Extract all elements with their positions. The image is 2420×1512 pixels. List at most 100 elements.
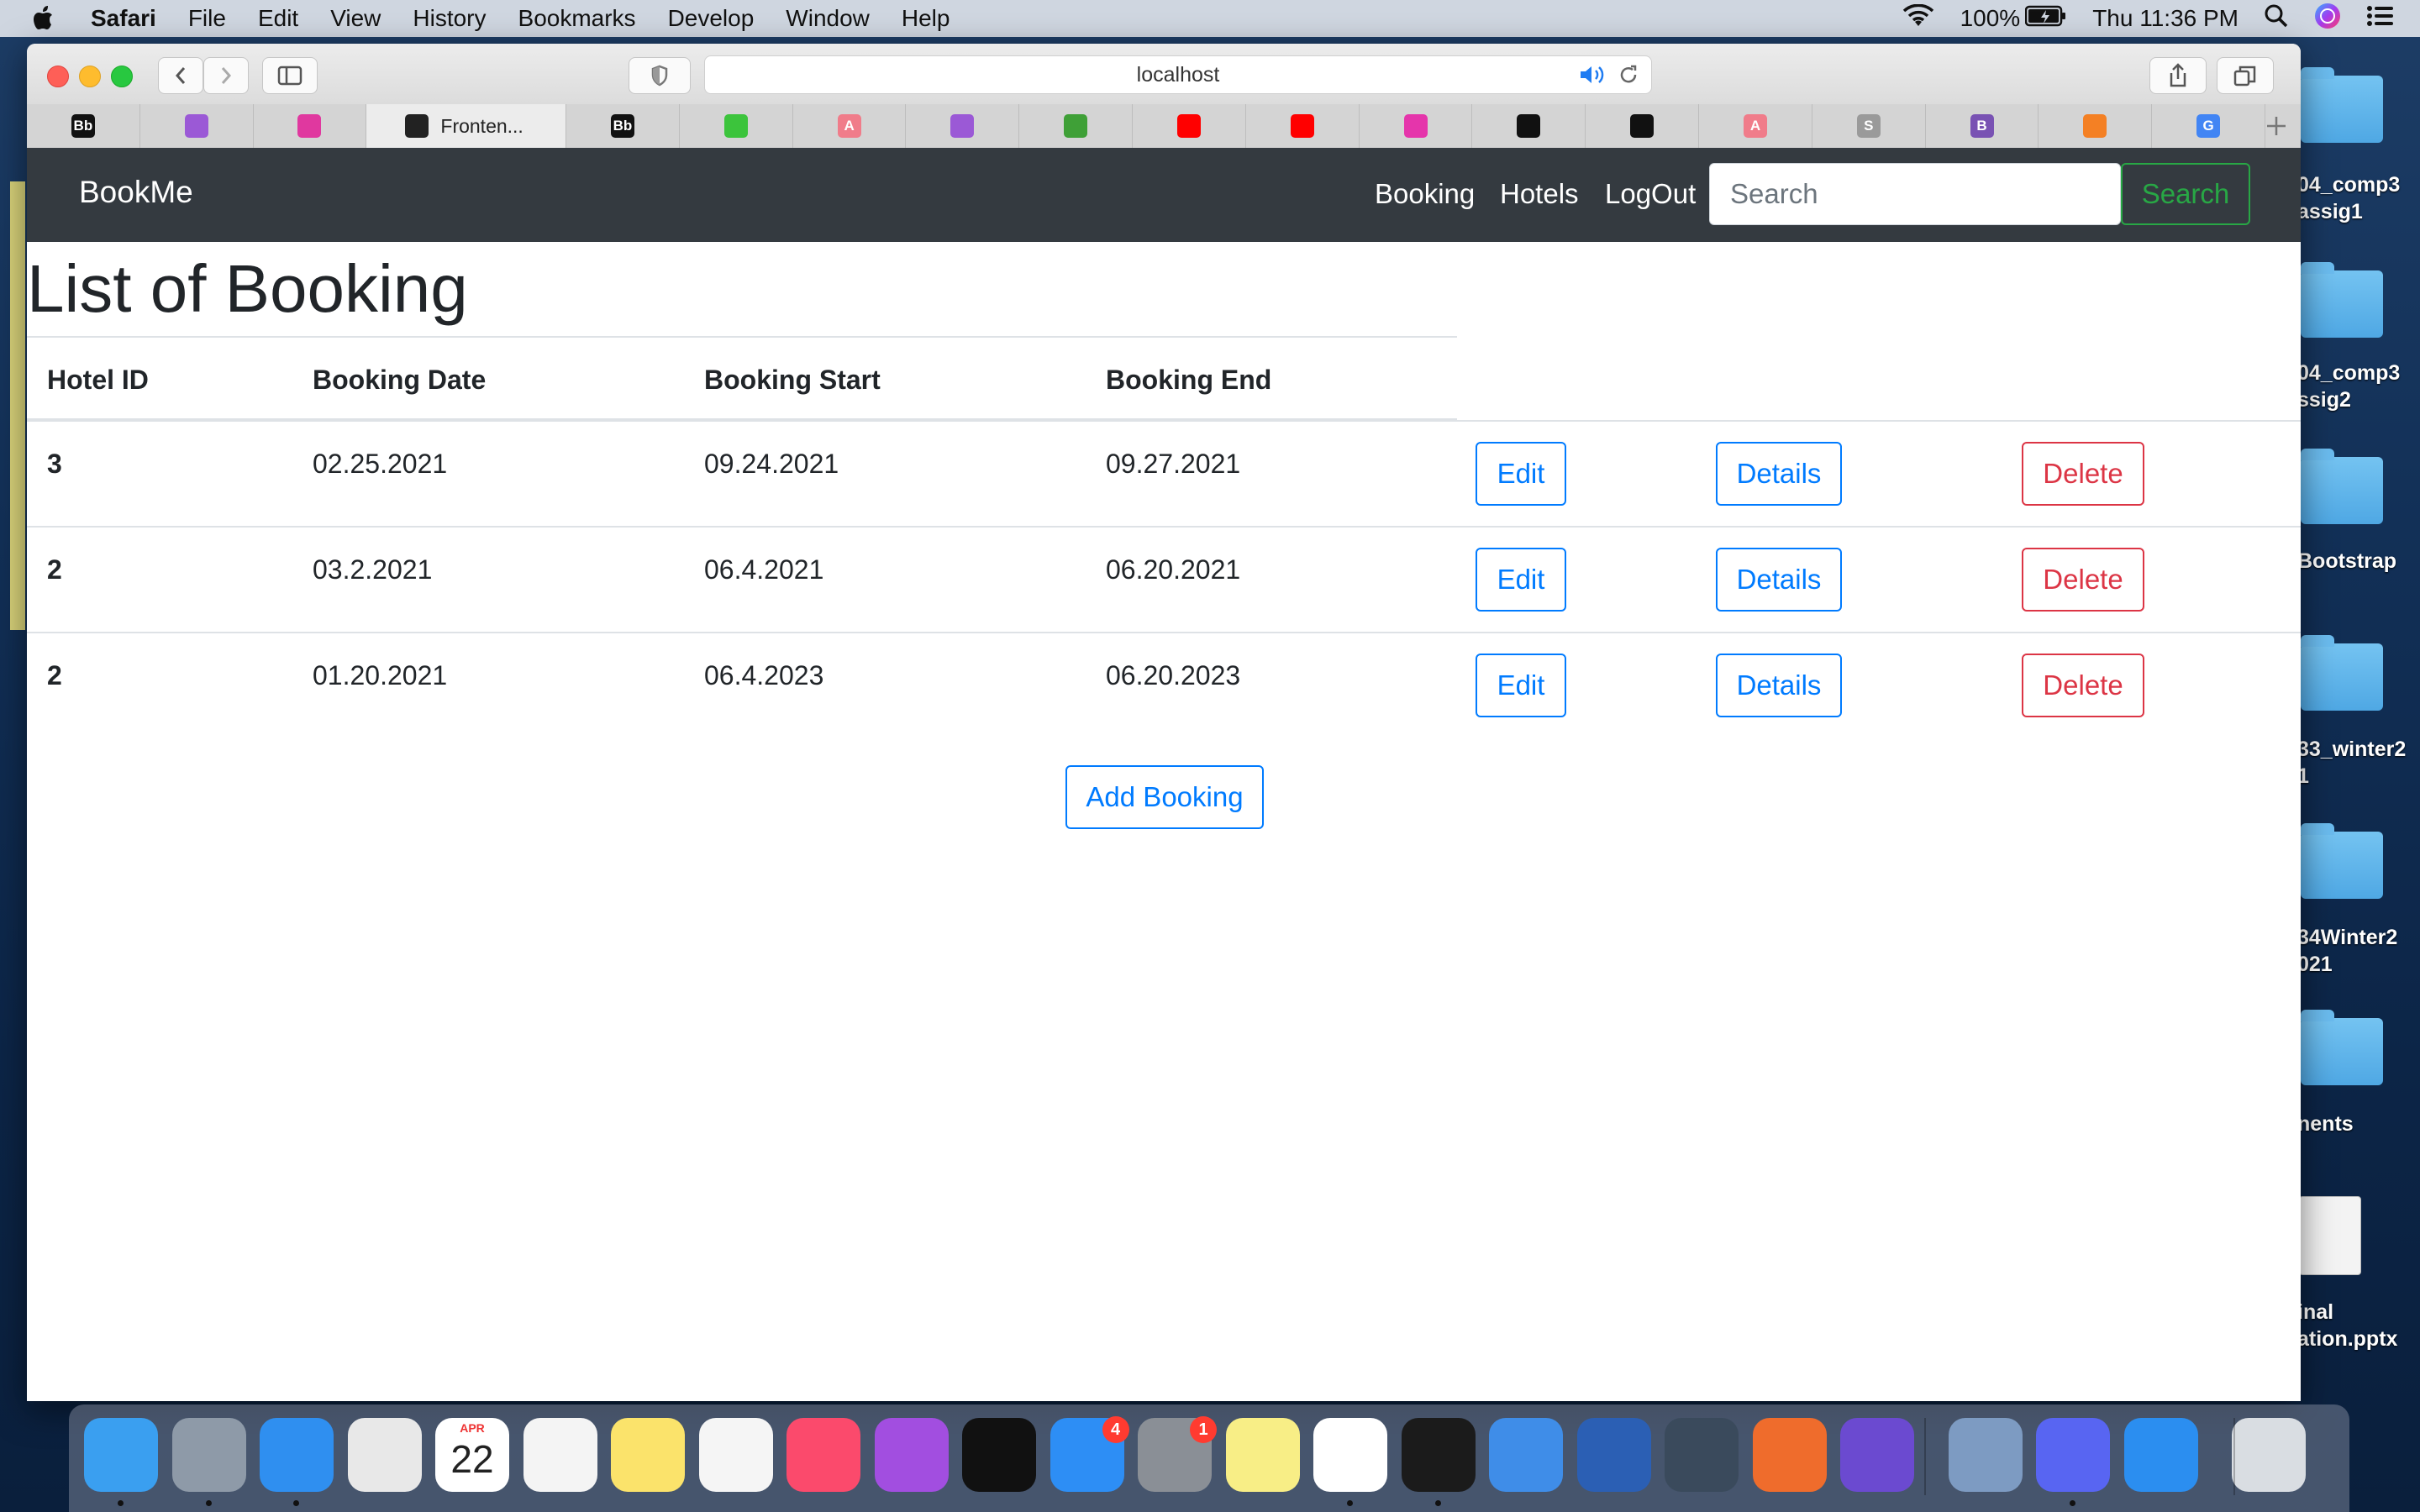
desktop-item-label[interactable]: 04_comp3 assig1 (2297, 171, 2420, 225)
browser-tab[interactable] (1586, 104, 1700, 148)
browser-tab[interactable]: A (1699, 104, 1812, 148)
simulator-icon[interactable] (2123, 1418, 2198, 1492)
details-button[interactable]: Details (1716, 442, 1842, 506)
vscode-icon[interactable] (1313, 1418, 1387, 1492)
quicktime-icon[interactable] (1665, 1418, 1739, 1492)
details-button[interactable]: Details (1716, 548, 1842, 612)
delete-button[interactable]: Delete (2022, 548, 2144, 612)
menu-help[interactable]: Help (902, 5, 950, 32)
desktop-folder-icon[interactable] (2301, 67, 2383, 143)
notes-icon[interactable] (611, 1418, 685, 1492)
browser-tab[interactable] (254, 104, 367, 148)
wifi-icon[interactable] (1902, 3, 1935, 34)
search-input[interactable] (1709, 163, 2121, 225)
edit-button[interactable]: Edit (1476, 654, 1566, 717)
address-bar[interactable]: localhost (704, 55, 1652, 94)
url-text[interactable]: localhost (1137, 63, 1220, 87)
postman-icon[interactable] (1752, 1418, 1827, 1492)
desktop-folder-icon[interactable] (2301, 635, 2383, 711)
browser-tab-active[interactable]: Fronten... (366, 104, 567, 148)
desktop-item-label[interactable]: nents (2297, 1110, 2420, 1137)
textedit-icon[interactable] (523, 1418, 597, 1492)
close-window-button[interactable] (47, 66, 69, 87)
apple-menu-icon[interactable] (32, 4, 57, 33)
imovie-icon[interactable] (1840, 1418, 1914, 1492)
browser-tab[interactable] (906, 104, 1020, 148)
finder-icon[interactable] (84, 1418, 158, 1492)
battery-status[interactable]: 100% (1960, 5, 2068, 33)
desktop-folder-icon[interactable] (2301, 262, 2383, 338)
menu-window[interactable]: Window (786, 5, 870, 32)
apple-tv-icon[interactable] (962, 1418, 1036, 1492)
edit-button[interactable]: Edit (1476, 442, 1566, 506)
add-booking-button[interactable]: Add Booking (1065, 765, 1264, 829)
browser-tab[interactable]: B (1926, 104, 2039, 148)
desktop-folder-icon[interactable] (2301, 1010, 2383, 1085)
podcasts-icon[interactable] (874, 1418, 949, 1492)
terminal-icon[interactable] (1401, 1418, 1476, 1492)
menu-app-name[interactable]: Safari (91, 5, 156, 32)
details-button[interactable]: Details (1716, 654, 1842, 717)
edit-button[interactable]: Edit (1476, 548, 1566, 612)
xcode-icon[interactable] (1489, 1418, 1563, 1492)
menu-history[interactable]: History (413, 5, 486, 32)
browser-tab[interactable] (1133, 104, 1246, 148)
browser-tab[interactable] (140, 104, 254, 148)
desktop-item-label[interactable]: 34Winter2 021 (2297, 924, 2420, 978)
photos-icon[interactable] (698, 1418, 773, 1492)
nav-link-logout[interactable]: LogOut (1605, 178, 1696, 210)
delete-button[interactable]: Delete (2022, 442, 2144, 506)
menu-edit[interactable]: Edit (258, 5, 298, 32)
desktop-folder-icon[interactable] (2301, 449, 2383, 524)
forward-button[interactable] (203, 57, 249, 94)
zoom-window-button[interactable] (111, 66, 133, 87)
menu-develop[interactable]: Develop (668, 5, 755, 32)
launchpad-icon[interactable] (171, 1418, 246, 1492)
menu-bookmarks[interactable]: Bookmarks (518, 5, 636, 32)
sidebar-toggle-button[interactable] (262, 57, 318, 94)
browser-tab[interactable] (1360, 104, 1473, 148)
menu-file[interactable]: File (188, 5, 226, 32)
browser-tab[interactable] (2039, 104, 2153, 148)
control-center-icon[interactable] (2366, 4, 2395, 34)
siri-icon[interactable] (2314, 3, 2341, 35)
desktop-item-label[interactable]: Bootstrap (2297, 548, 2420, 575)
browser-tab[interactable] (680, 104, 793, 148)
word-icon[interactable] (1576, 1418, 1651, 1492)
music-icon[interactable] (786, 1418, 860, 1492)
tab-overview-button[interactable] (2217, 57, 2274, 94)
stickies-icon[interactable] (1225, 1418, 1300, 1492)
discord-icon[interactable] (2036, 1418, 2110, 1492)
new-tab-button[interactable] (2265, 104, 2301, 148)
privacy-report-button[interactable] (629, 57, 691, 94)
menu-clock[interactable]: Thu 11:36 PM (2092, 5, 2238, 32)
reload-icon[interactable] (1618, 64, 1639, 92)
speaker-icon[interactable] (1579, 64, 1607, 92)
chrome-icon[interactable] (347, 1418, 422, 1492)
spotlight-search-icon[interactable] (2264, 3, 2289, 34)
brand-link[interactable]: BookMe (79, 175, 193, 210)
browser-tab[interactable] (1246, 104, 1360, 148)
delete-button[interactable]: Delete (2022, 654, 2144, 717)
share-button[interactable] (2149, 57, 2207, 94)
browser-tab[interactable]: Bb (27, 104, 140, 148)
desktop-file-icon[interactable] (2299, 1196, 2361, 1275)
desktop-item-label[interactable]: 04_comp3 ssig2 (2297, 360, 2420, 413)
browser-tab[interactable]: G (2152, 104, 2266, 148)
search-button[interactable]: Search (2121, 163, 2250, 225)
calendar-icon[interactable]: APR 22 (435, 1418, 509, 1492)
desktop-folder-icon[interactable] (2301, 823, 2383, 899)
browser-tab[interactable]: Bb (566, 104, 680, 148)
preview-icon[interactable] (1948, 1418, 2023, 1492)
browser-tab[interactable] (1472, 104, 1586, 148)
minimize-window-button[interactable] (79, 66, 101, 87)
browser-tab[interactable]: S (1812, 104, 1926, 148)
desktop-item-label[interactable]: inal ation.pptx (2297, 1299, 2420, 1352)
safari-icon[interactable] (260, 1418, 334, 1492)
nav-link-booking[interactable]: Booking (1375, 178, 1475, 210)
back-button[interactable] (158, 57, 203, 94)
menu-view[interactable]: View (330, 5, 381, 32)
desktop-item-label[interactable]: 33_winter2 1 (2297, 736, 2420, 790)
browser-tab[interactable]: A (793, 104, 907, 148)
nav-link-hotels[interactable]: Hotels (1500, 178, 1579, 210)
